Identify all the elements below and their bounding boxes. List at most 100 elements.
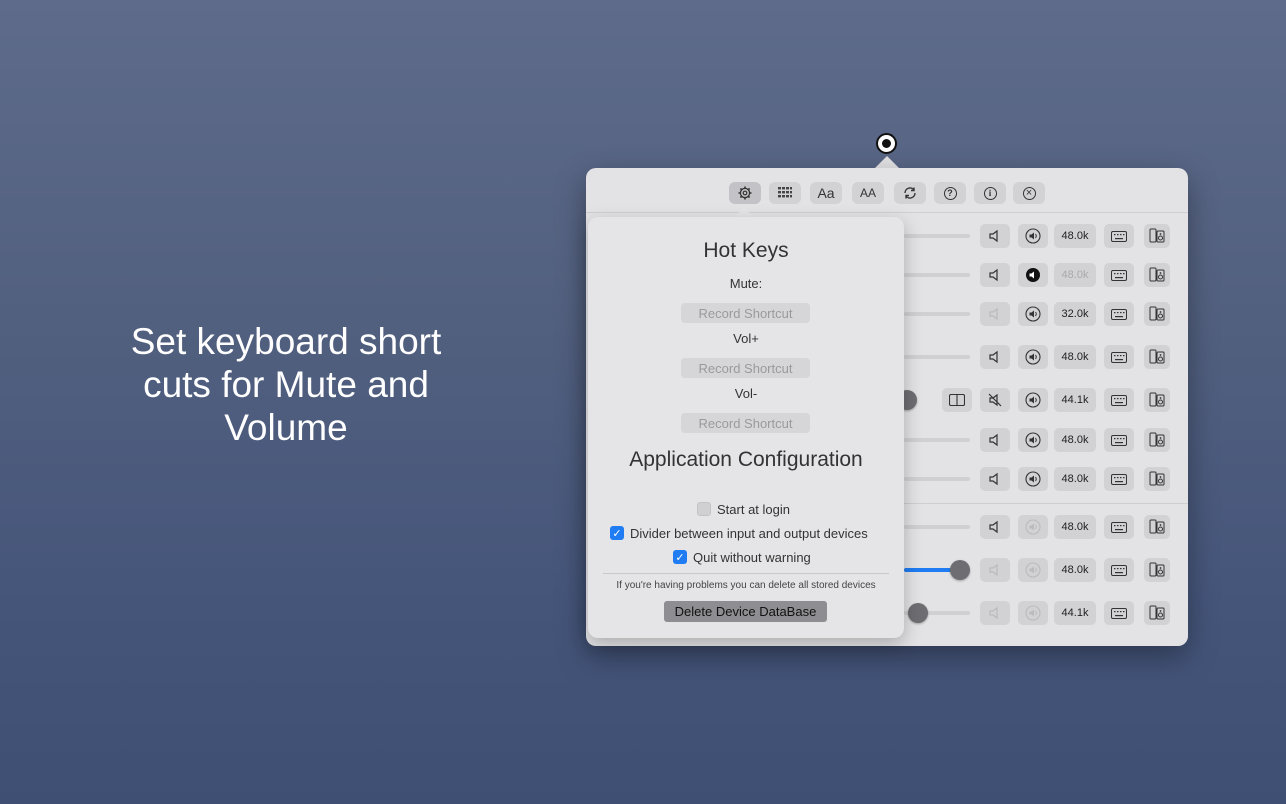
record-volup-button[interactable]: Record Shortcut: [681, 358, 810, 378]
keyboard-button[interactable]: [1104, 345, 1134, 369]
device-button[interactable]: [1144, 388, 1170, 412]
keyboard-icon: [1111, 351, 1127, 363]
volume-slider[interactable]: [904, 525, 970, 529]
sample-rate[interactable]: 44.1k: [1054, 388, 1096, 412]
volume-button[interactable]: [1018, 558, 1048, 582]
volume-slider[interactable]: [904, 438, 970, 442]
mute-button[interactable]: [980, 388, 1010, 412]
volume-slider[interactable]: [904, 234, 970, 238]
speaker-icon: [988, 520, 1002, 534]
settings-panel: Hot Keys Mute: Record Shortcut Vol+ Reco…: [588, 217, 904, 638]
sample-rate[interactable]: 48.0k: [1054, 345, 1096, 369]
volume-slider[interactable]: [904, 355, 970, 359]
mute-button[interactable]: [980, 428, 1010, 452]
volume-button[interactable]: [1018, 302, 1048, 326]
info-button[interactable]: i: [974, 182, 1006, 204]
panel-separator: [603, 573, 889, 574]
keyboard-button[interactable]: [1104, 428, 1134, 452]
refresh-button[interactable]: [894, 182, 926, 204]
volume-icon: [1025, 267, 1041, 283]
quit-row[interactable]: ✓ Quit without warning: [673, 548, 811, 566]
volume-button[interactable]: [1018, 601, 1048, 625]
keyboard-button[interactable]: [1104, 388, 1134, 412]
volume-slider[interactable]: [904, 477, 970, 481]
device-button[interactable]: [1144, 224, 1170, 248]
mute-button[interactable]: [980, 263, 1010, 287]
slider-knob[interactable]: [908, 603, 928, 623]
volume-icon: [1025, 471, 1041, 487]
device-button[interactable]: [1144, 601, 1170, 625]
grid-icon: [778, 187, 792, 198]
volume-slider[interactable]: [904, 312, 970, 316]
sample-rate[interactable]: 48.0k: [1054, 224, 1096, 248]
slider-knob[interactable]: [950, 560, 970, 580]
mute-button[interactable]: [980, 345, 1010, 369]
device-button[interactable]: [1144, 263, 1170, 287]
divider-checkbox[interactable]: ✓: [610, 526, 624, 540]
sample-rate[interactable]: 48.0k: [1054, 515, 1096, 539]
sample-rate[interactable]: 48.0k: [1054, 428, 1096, 452]
record-icon[interactable]: [876, 133, 897, 154]
mute-button[interactable]: [980, 515, 1010, 539]
keyboard-icon: [1111, 230, 1127, 242]
split-view-icon: [949, 394, 965, 406]
keyboard-icon: [1111, 308, 1127, 320]
mute-button[interactable]: [980, 601, 1010, 625]
keyboard-button[interactable]: [1104, 263, 1134, 287]
delete-database-button[interactable]: Delete Device DataBase: [664, 601, 827, 622]
close-button[interactable]: ×: [1013, 182, 1045, 204]
keyboard-button[interactable]: [1104, 601, 1134, 625]
device-button[interactable]: [1144, 515, 1170, 539]
sample-rate[interactable]: 48.0k: [1054, 263, 1096, 287]
keyboard-button[interactable]: [1104, 558, 1134, 582]
keyboard-button[interactable]: [1104, 302, 1134, 326]
help-button[interactable]: ?: [934, 182, 966, 204]
volume-button[interactable]: [1018, 515, 1048, 539]
font-small-button[interactable]: Aa: [810, 182, 842, 204]
font-large-button[interactable]: AA: [852, 182, 884, 204]
keyboard-icon: [1111, 521, 1127, 533]
info-icon: i: [983, 186, 997, 200]
keyboard-button[interactable]: [1104, 467, 1134, 491]
sample-rate[interactable]: 32.0k: [1054, 302, 1096, 326]
volume-button[interactable]: [1018, 428, 1048, 452]
speaker-icon: [988, 472, 1002, 486]
device-row: 48.0k: [904, 224, 1188, 248]
sample-rate[interactable]: 48.0k: [1054, 558, 1096, 582]
start-login-row[interactable]: Start at login: [697, 500, 790, 518]
sample-rate[interactable]: 44.1k: [1054, 601, 1096, 625]
split-button[interactable]: [942, 388, 972, 412]
volume-button[interactable]: [1018, 263, 1048, 287]
mute-button[interactable]: [980, 467, 1010, 491]
speaker-icon: [988, 268, 1002, 282]
quit-label: Quit without warning: [693, 549, 811, 565]
grid-button[interactable]: [769, 182, 801, 204]
device-row: 32.0k: [904, 302, 1188, 326]
speaker-device-icon: [1149, 519, 1165, 535]
keyboard-button[interactable]: [1104, 515, 1134, 539]
mute-button[interactable]: [980, 302, 1010, 326]
speaker-muted-icon: [988, 393, 1002, 407]
volume-button[interactable]: [1018, 345, 1048, 369]
quit-checkbox[interactable]: ✓: [673, 550, 687, 564]
device-button[interactable]: [1144, 345, 1170, 369]
volume-button[interactable]: [1018, 467, 1048, 491]
settings-button[interactable]: [729, 182, 761, 204]
volume-slider[interactable]: [904, 273, 970, 277]
record-voldown-button[interactable]: Record Shortcut: [681, 413, 810, 433]
mute-button[interactable]: [980, 558, 1010, 582]
device-button[interactable]: [1144, 428, 1170, 452]
keyboard-button[interactable]: [1104, 224, 1134, 248]
device-button[interactable]: [1144, 467, 1170, 491]
sample-rate[interactable]: 48.0k: [1054, 467, 1096, 491]
start-login-checkbox[interactable]: [697, 502, 711, 516]
speaker-device-icon: [1149, 432, 1165, 448]
mute-button[interactable]: [980, 224, 1010, 248]
promo-text: Set keyboard short cuts for Mute and Vol…: [130, 321, 442, 448]
device-button[interactable]: [1144, 558, 1170, 582]
volume-button[interactable]: [1018, 224, 1048, 248]
volume-button[interactable]: [1018, 388, 1048, 412]
device-button[interactable]: [1144, 302, 1170, 326]
record-mute-button[interactable]: Record Shortcut: [681, 303, 810, 323]
divider-row[interactable]: ✓ Divider between input and output devic…: [610, 524, 868, 542]
